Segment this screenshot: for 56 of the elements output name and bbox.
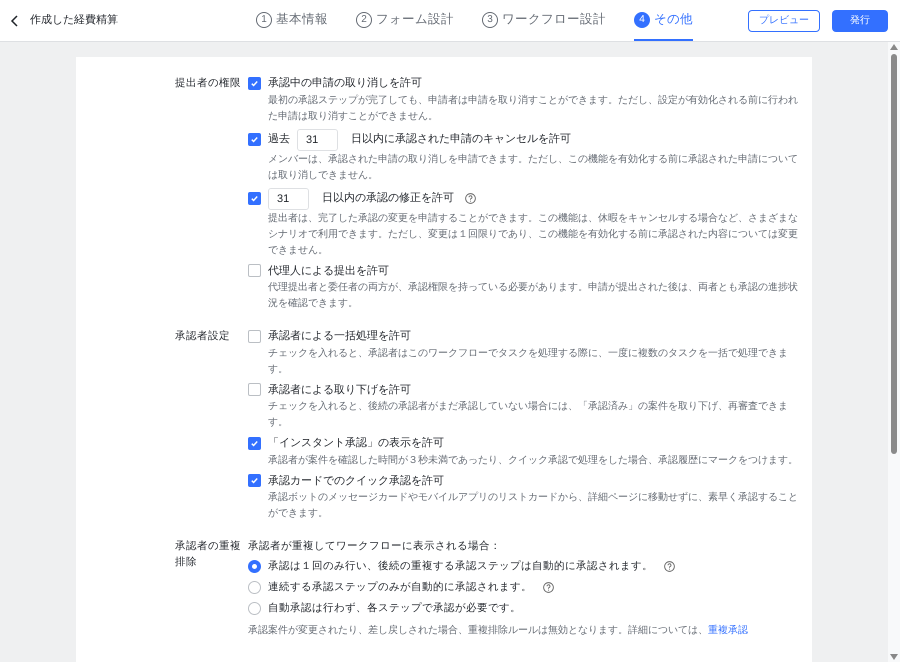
step-tab[interactable]: 2 フォーム設計 <box>356 0 454 41</box>
option-label: 連続する承認ステップのみが自動的に承認されます。 <box>268 580 532 595</box>
note-text: 承認案件が変更されたり、差し戻しされた場合、重複排除ルールは無効となります。詳細については、重複承認 <box>248 624 749 638</box>
step-tab[interactable]: 1 基本情報 <box>256 0 328 41</box>
option-label: 承認者による取り下げを許可 <box>268 382 411 398</box>
option-label: 日以内の承認の修正を許可 <box>322 191 454 206</box>
rules-link[interactable]: 重複承認 <box>708 625 748 636</box>
help-icon[interactable] <box>664 561 675 572</box>
option-label: 承認中の申請の取り消しを許可 <box>268 76 422 91</box>
checkbox[interactable] <box>248 264 261 278</box>
checkmark-icon <box>250 476 259 486</box>
preview-button[interactable]: プレビュー <box>748 10 820 32</box>
option-label: 代理人による提出を許可 <box>268 264 389 278</box>
checkbox[interactable] <box>248 383 261 396</box>
option-description: チェックを入れると、後続の承認者がまだ承認していない場合には、「承認済み」の案件を取り下げ、再審査できます。 <box>268 400 789 430</box>
option-description: チェックを入れると、承認者はこのワークフローでタスクを処理する際に、一度に複数のタスクを一括で処理できます。 <box>268 346 789 376</box>
checkbox[interactable] <box>248 133 261 146</box>
help-icon[interactable] <box>465 193 476 204</box>
option-label: 「インスタント承認」の表示を許可 <box>268 436 444 451</box>
option-label: 承認は１回のみ行い、後続の重複する承認ステップは自動的に承認されます。 <box>268 558 653 574</box>
option-description: 提出者は、完了した承認の変更を申請することができます。この機能は、休暇をキャンセルする場合など、さまざまなシナリオで利用できます。ただし、変更は１回限りであり、この機能を有効化する前に承認された内容については変更できません。 <box>268 212 799 258</box>
section-label: 承認者の重複排除 <box>175 539 242 570</box>
option-description: 代理提出者と委任者の両方が、承認権限を持っている必要があります。申請が提出された後は、両者とも承認の進捗状況を確認できます。 <box>268 280 799 311</box>
option-label: 承認者による一括処理を許可 <box>268 329 411 344</box>
checkbox[interactable] <box>248 76 261 90</box>
radio-button[interactable] <box>248 581 261 594</box>
back-icon[interactable] <box>10 14 20 26</box>
section-label: 提出者の権限 <box>175 76 242 91</box>
option-label: 日以内に承認された申請のキャンセルを許可 <box>351 132 571 148</box>
publish-button[interactable]: 発行 <box>832 10 888 32</box>
option-label: 自動承認は行わず、各ステップで承認が必要です。 <box>268 600 521 616</box>
step-tab[interactable]: 3 ワークフロー設計 <box>482 0 606 41</box>
page-title: 作成した経費精算 <box>30 13 118 28</box>
option-description: メンバーは、承認された申請の取り消しを申請できます。ただし、この機能を有効化する前に承認された申請については取り消しできません。 <box>268 152 799 182</box>
checkmark-icon <box>250 194 259 203</box>
option-label: 承認カードでのクイック承認を許可 <box>268 474 444 488</box>
checkbox[interactable] <box>248 192 261 205</box>
help-icon[interactable] <box>543 582 554 593</box>
section-label: 承認者設定 <box>175 329 231 344</box>
days-input[interactable]: 31 <box>268 188 309 210</box>
option-description: 承認ボットのメッセージカードやモバイルアプリのリストカードから、詳細ページに移動せずに、素早く承認することができます。 <box>268 490 799 521</box>
radio-button[interactable] <box>248 560 261 573</box>
option-description: 最初の承認ステップが完了しても、申請者は申請を取り消すことができます。ただし、設定が有効化される前に行われた申請は取り消すことができません。 <box>268 94 799 124</box>
section-intro: 承認者が重複してワークフローに表示される場合： <box>248 539 502 554</box>
days-input[interactable]: 31 <box>297 128 338 150</box>
radio-button[interactable] <box>248 602 261 615</box>
checkmark-icon <box>250 438 259 448</box>
checkmark-icon <box>250 135 259 144</box>
checkmark-icon <box>250 78 259 88</box>
checkbox[interactable] <box>248 436 261 450</box>
checkbox[interactable] <box>248 330 261 343</box>
scrollbar-drawing[interactable] <box>888 42 900 662</box>
option-label: 過去 <box>268 132 290 148</box>
step-tab[interactable]: 4 その他 <box>634 0 693 41</box>
checkbox[interactable] <box>248 474 261 488</box>
option-description: 承認者が案件を確認した時間が３秒未満であったり、クイック承認で処理をした場合、承認履歴にマークをつけます。 <box>268 454 799 468</box>
